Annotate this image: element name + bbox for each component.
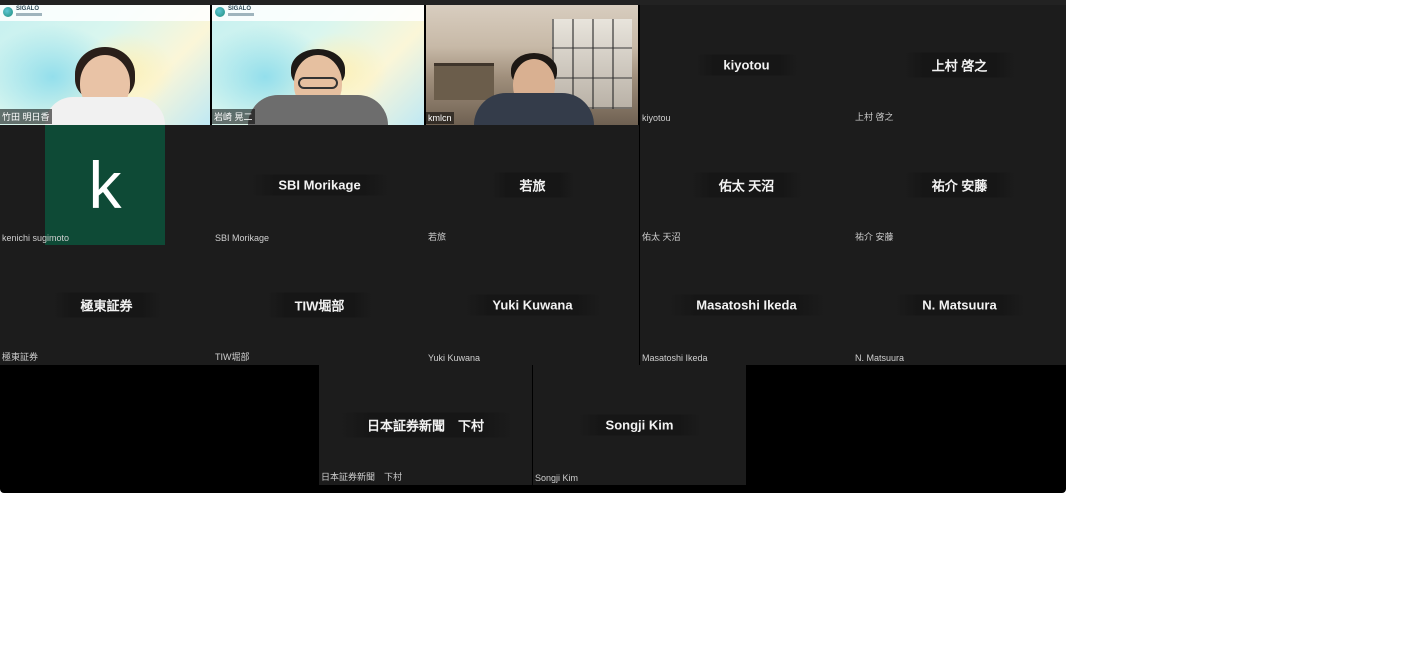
- participant-tile[interactable]: kmlcn: [426, 5, 638, 125]
- participant-name-label: Masatoshi Ikeda: [642, 353, 708, 363]
- participant-tile[interactable]: kiyotou kiyotou: [640, 5, 853, 125]
- participant-name-label: kiyotou: [642, 113, 671, 123]
- participant-name-label: kenichi sugimoto: [2, 233, 70, 243]
- participant-display-name: 佑太 天沼: [690, 172, 803, 198]
- participant-name-label: Songji Kim: [535, 473, 579, 483]
- participant-name-label: SBI Morikage: [215, 233, 270, 243]
- company-logo-subtext: [228, 13, 254, 16]
- company-logo-icon: [3, 7, 13, 17]
- participant-display-name: SBI Morikage: [250, 174, 389, 196]
- participant-name-label: TIW堀部: [215, 352, 250, 362]
- participant-name-label: Yuki Kuwana: [428, 353, 481, 363]
- participant-display-name: 極東証券: [52, 292, 161, 318]
- participant-display-name: TIW堀部: [266, 292, 373, 318]
- participant-tile[interactable]: N. Matsuura N. Matsuura: [853, 245, 1066, 365]
- participant-tile[interactable]: SIGALO 竹田 明日香: [0, 5, 210, 125]
- participant-name-label: 極東証券: [2, 352, 39, 362]
- participant-tile[interactable]: Yuki Kuwana Yuki Kuwana: [426, 245, 639, 365]
- participant-tile[interactable]: Masatoshi Ikeda Masatoshi Ikeda: [640, 245, 853, 365]
- participant-display-name: 日本証券新聞 下村: [338, 412, 513, 438]
- company-logo-banner: SIGALO: [212, 5, 424, 21]
- participant-name-label: N. Matsuura: [855, 353, 905, 363]
- participant-tile[interactable]: 若旅 若旅: [426, 125, 639, 245]
- company-logo-text: SIGALO: [16, 6, 40, 12]
- company-logo-banner: SIGALO: [0, 5, 210, 21]
- participant-name-label: 竹田 明日香: [0, 109, 52, 124]
- participant-display-name: N. Matsuura: [894, 294, 1025, 316]
- company-logo-icon: [215, 7, 225, 17]
- participant-name-label: 日本証券新聞 下村: [321, 472, 403, 482]
- participant-name-label: kmlcn: [426, 112, 454, 124]
- participant-tile[interactable]: Songji Kim Songji Kim: [533, 365, 746, 485]
- participant-display-name: Yuki Kuwana: [464, 294, 601, 316]
- participant-tile[interactable]: 佑太 天沼 佑太 天沼: [640, 125, 853, 245]
- participant-tile[interactable]: 上村 啓之 上村 啓之: [853, 5, 1066, 125]
- participant-video-person: [40, 25, 170, 125]
- participant-name-label: 上村 啓之: [855, 112, 894, 122]
- participant-name-label: 佑太 天沼: [642, 232, 681, 242]
- video-gallery: SIGALO 竹田 明日香 SIGALO 岩崎 晃二 kmlcn kiyotou…: [0, 0, 1066, 493]
- participant-name-label: 岩崎 晃二: [212, 109, 255, 124]
- participant-tile[interactable]: 極東証券 極東証券: [0, 245, 213, 365]
- participant-tile[interactable]: SBI Morikage SBI Morikage: [213, 125, 426, 245]
- participant-display-name: Songji Kim: [577, 414, 702, 436]
- company-logo-text: SIGALO: [228, 6, 252, 12]
- participant-tile[interactable]: k kenichi sugimoto: [0, 125, 213, 245]
- participant-display-name: kiyotou: [695, 54, 798, 76]
- participant-display-name: Masatoshi Ikeda: [668, 294, 825, 316]
- participant-tile[interactable]: 日本証券新聞 下村 日本証券新聞 下村: [319, 365, 532, 485]
- participant-display-name: 祐介 安藤: [903, 172, 1016, 198]
- participant-display-name: 若旅: [491, 172, 574, 198]
- participant-avatar: k: [45, 125, 165, 245]
- participant-name-label: 祐介 安藤: [855, 232, 894, 242]
- participant-video-person: [243, 25, 393, 125]
- participant-tile[interactable]: SIGALO 岩崎 晃二: [212, 5, 424, 125]
- participant-video-person: [469, 29, 599, 125]
- participant-tile[interactable]: 祐介 安藤 祐介 安藤: [853, 125, 1066, 245]
- company-logo-subtext: [16, 13, 42, 16]
- participant-display-name: 上村 啓之: [903, 52, 1016, 78]
- participant-tile[interactable]: TIW堀部 TIW堀部: [213, 245, 426, 365]
- participant-name-label: 若旅: [428, 232, 447, 242]
